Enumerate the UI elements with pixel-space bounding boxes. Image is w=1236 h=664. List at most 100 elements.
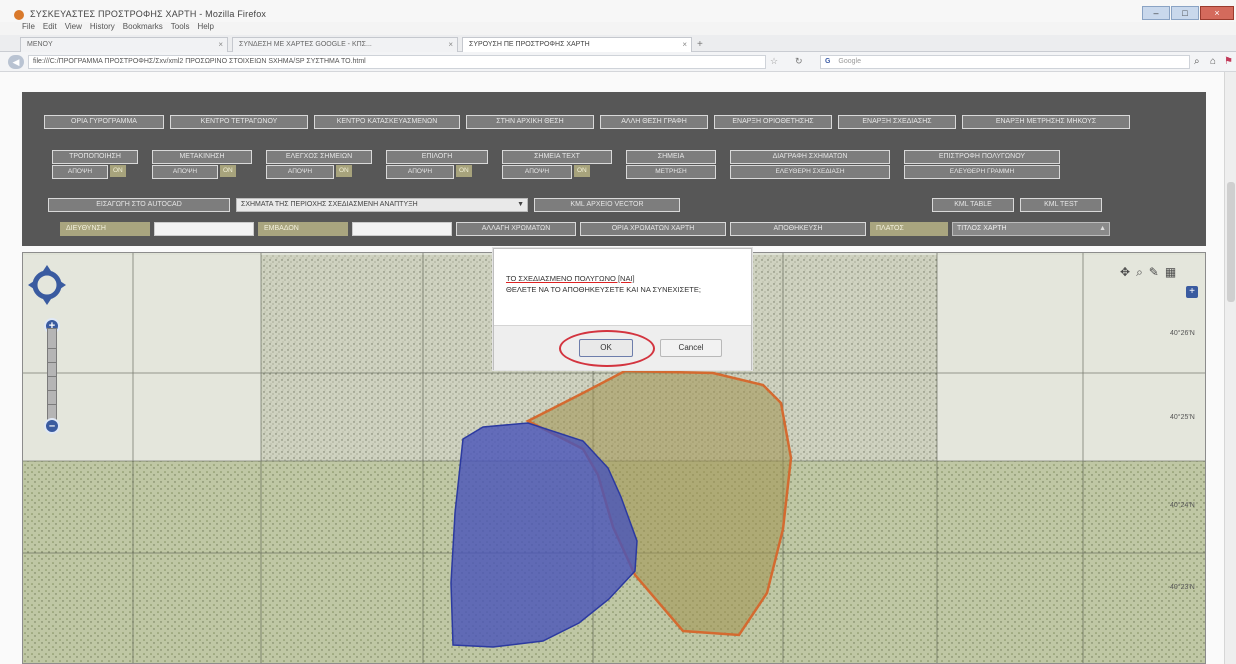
tool-return-polygon: ΕΠΙΣΤΡΟΦΗ ΠΟΛΥΓΩΝΟΥ ΕΛΕΥΘΕΡΗ ΓΡΑΜΜΗ [904, 150, 1060, 179]
search-field[interactable]: G Google [820, 55, 1190, 69]
menu-file[interactable]: File [22, 22, 35, 35]
layer-switcher-icon[interactable]: + [1186, 286, 1198, 298]
direction-badge: ΔΙΕΥΘΥΝΣΗ [60, 222, 150, 236]
home-icon[interactable]: ⌂ [1210, 56, 1216, 67]
tab-label: ΣΥΡΟΥΣΗ ΠΕ ΠΡΟΣΤΡΟΦΗΣ ΧΑΡΤΗ [469, 41, 590, 48]
btn-import-autocad[interactable]: ΕΙΣΑΓΩΓΗ ΣΤΟ AUTOCAD [48, 198, 230, 212]
btn-select[interactable]: ΕΠΙΛΟΓΗ [386, 150, 488, 164]
menu-help[interactable]: Help [197, 22, 213, 35]
toolbar-row-3: ΕΙΣΑΓΩΓΗ ΣΤΟ AUTOCAD ΣΧΗΜΑΤΑ ΤΗΣ ΠΕΡΙΟΧΗ… [48, 198, 1102, 212]
btn-other-position[interactable]: ΑΛΛΗ ΘΕΣΗ ΓΡΑΦΗ [600, 115, 708, 129]
close-tab-icon[interactable]: × [448, 40, 453, 49]
chevron-down-icon: ▲ [1099, 225, 1106, 232]
back-arrow-icon[interactable]: ◀ [8, 55, 24, 69]
coord-label: 40°25'N [1170, 414, 1195, 421]
maximize-button[interactable]: □ [1171, 6, 1199, 20]
navigation-bar: ◀ file:///C:/ΠΡΟΓΡΑΜΜΑ ΠΡΟΣΤΡΟΦΗΣ/Σxv/xm… [0, 52, 1236, 72]
zoom-slider[interactable]: + – [44, 318, 60, 436]
btn-move-view[interactable]: ΑΠΟΨΗ [152, 165, 218, 179]
cancel-button[interactable]: Cancel [660, 339, 722, 357]
btn-start-drawing[interactable]: ΕΝΑΡΞΗ ΣΧΕΔΙΑΣΗΣ [838, 115, 956, 129]
btn-boundaries[interactable]: ΟΡΙΑ ΓΥΡΟΓΡΑΜΜΑ [44, 115, 164, 129]
btn-modify-view[interactable]: ΑΠΟΨΗ [52, 165, 108, 179]
bookmark-star-icon[interactable]: ☆ [770, 56, 778, 67]
dialog-message: ΤΟ ΣΧΕΔΙΑΣΜΕΝΟ ΠΟΛΥΓΩΝΟ [ΝΑΙ] ΘΕΛΕΤΕ ΝΑ … [506, 273, 701, 295]
btn-free-drawing[interactable]: ΕΛΕΥΘΕΡΗ ΣΧΕΔΙΑΣΗ [730, 165, 890, 179]
extension-icon[interactable]: ⚑ [1224, 56, 1233, 67]
btn-kml-test[interactable]: KML TEST [1020, 198, 1102, 212]
direction-field[interactable] [154, 222, 254, 236]
btn-free-line[interactable]: ΕΛΕΥΘΕΡΗ ΓΡΑΜΜΗ [904, 165, 1060, 179]
btn-points[interactable]: ΣΗΜΕΙΑ [626, 150, 716, 164]
btn-text-points[interactable]: ΣΗΜΕΙΑ ΤΕΧΤ [502, 150, 612, 164]
check-status-badge: ON [336, 165, 352, 177]
tool-delete-shapes: ΔΙΑΓΡΑΦΗ ΣΧΗΜΑΤΩΝ ΕΛΕΥΘΕΡΗ ΣΧΕΔΙΑΣΗ [730, 150, 890, 179]
tab-active-map[interactable]: ΣΥΡΟΥΣΗ ΠΕ ΠΡΟΣΤΡΟΦΗΣ ΧΑΡΤΗ × [462, 37, 692, 52]
minimize-button[interactable]: – [1142, 6, 1170, 20]
btn-measure[interactable]: ΜΕΤΡΗΣΗ [626, 165, 716, 179]
search-engine-icon[interactable]: G [825, 58, 830, 65]
pan-tool-icon[interactable]: ✥ [1120, 265, 1130, 280]
menu-history[interactable]: History [90, 22, 115, 35]
btn-move[interactable]: ΜΕΤΑΚΙΝΗΣΗ [152, 150, 252, 164]
reload-icon[interactable]: ↻ [795, 56, 803, 67]
window-title: ΣΥΣΚΕΥΑΣΤΕΣ ΠΡΟΣΤΡΟΦΗΣ ΧΑΡΤΗ - Mozilla F… [30, 9, 267, 19]
dialog-line-2: ΘΕΛΕΤΕ ΝΑ ΤΟ ΑΠΟΘΗΚΕΥΣΕΤΕ ΚΑΙ ΝΑ ΣΥΝΕΧΙΣ… [506, 285, 701, 294]
pan-control-icon[interactable] [28, 265, 66, 305]
tool-modify: ΤΡΟΠΟΠΟΙΗΣΗ ΑΠΟΨΗ ON [52, 150, 138, 179]
close-button[interactable]: × [1200, 6, 1234, 20]
map-tile-right [937, 255, 1205, 461]
zoom-out-icon[interactable]: – [44, 418, 60, 434]
area-badge: ΕΜΒΑΔΟΝ [258, 222, 348, 236]
map-title-select[interactable]: ΤΙΤΛΟΣ ΧΑΡΤΗ ▲ [952, 222, 1110, 236]
btn-return-polygon[interactable]: ΕΠΙΣΤΡΟΦΗ ΠΟΛΥΓΩΝΟΥ [904, 150, 1060, 164]
confirm-dialog: ΤΟ ΣΧΕΔΙΑΣΜΕΝΟ ΠΟΛΥΓΩΝΟ [ΝΑΙ] ΘΕΛΕΤΕ ΝΑ … [493, 248, 752, 370]
menu-bar: File Edit View History Bookmarks Tools H… [0, 22, 1236, 35]
window-titlebar: ΣΥΣΚΕΥΑΣΤΕΣ ΠΡΟΣΤΡΟΦΗΣ ΧΑΡΤΗ - Mozilla F… [0, 0, 1236, 22]
btn-check-view[interactable]: ΑΠΟΨΗ [266, 165, 334, 179]
btn-built-center[interactable]: ΚΕΝΤΡΟ ΚΑΤΑΣΚΕΥΑΣΜΕΝΩΝ [314, 115, 460, 129]
menu-tools[interactable]: Tools [171, 22, 190, 35]
page-scrollbar[interactable] [1224, 72, 1236, 664]
search-placeholder: Google [838, 58, 861, 65]
chevron-down-icon: ▼ [517, 201, 524, 208]
btn-start-length[interactable]: ΕΝΑΡΞΗ ΜΕΤΡΗΣΗΣ ΜΗΚΟΥΣ [962, 115, 1130, 129]
area-field[interactable] [352, 222, 452, 236]
btn-kml-table[interactable]: KML TABLE [932, 198, 1014, 212]
map-tools: ✥ ⌕ ✎ ▦ [1120, 265, 1176, 280]
move-status-badge: ON [220, 165, 236, 177]
layers-tool-icon[interactable]: ▦ [1165, 265, 1176, 280]
btn-map-colors[interactable]: ΟΡΙΑ ΧΡΩΜΑΤΩΝ ΧΑΡΤΗ [580, 222, 726, 236]
zoom-tool-icon[interactable]: ⌕ [1136, 265, 1143, 280]
new-tab-icon[interactable]: + [697, 39, 703, 50]
scrollbar-thumb[interactable] [1227, 182, 1235, 302]
btn-text-view[interactable]: ΑΠΟΨΗ [502, 165, 572, 179]
tab-google-maps[interactable]: ΣΥΝΔΕΣΗ ΜΕ ΧΑΡΤΕΣ GOOGLE - ΚΠΣ... × [232, 37, 458, 52]
btn-kml-vector[interactable]: KML ΑΡΧΕΙΟ VECTOR [534, 198, 680, 212]
menu-edit[interactable]: Edit [43, 22, 57, 35]
btn-square-center[interactable]: ΚΕΝΤΡΟ ΤΕΤΡΑΓΩΝΟΥ [170, 115, 308, 129]
menu-bookmarks[interactable]: Bookmarks [123, 22, 163, 35]
url-field[interactable]: file:///C:/ΠΡΟΓΡΑΜΜΑ ΠΡΟΣΤΡΟΦΗΣ/Σxv/xml2… [28, 55, 766, 69]
btn-modify[interactable]: ΤΡΟΠΟΠΟΙΗΣΗ [52, 150, 138, 164]
area-shapes-select[interactable]: ΣΧΗΜΑΤΑ ΤΗΣ ΠΕΡΙΟΧΗΣ ΣΧΕΔΙΑΣΜΕΝΗ ΑΝΑΠΤΥΞ… [236, 198, 528, 212]
close-tab-icon[interactable]: × [218, 40, 223, 49]
draw-tool-icon[interactable]: ✎ [1149, 265, 1159, 280]
coord-label: 40°26'N [1170, 330, 1195, 337]
btn-check-points[interactable]: ΕΛΕΓΧΟΣ ΣΗΜΕΙΩΝ [266, 150, 372, 164]
btn-start-boundary[interactable]: ΕΝΑΡΞΗ ΟΡΙΟΘΕΤΗΣΗΣ [714, 115, 832, 129]
btn-change-colors[interactable]: ΑΛΛΑΓΗ ΧΡΩΜΑΤΩΝ [456, 222, 576, 236]
close-tab-icon[interactable]: × [682, 40, 687, 49]
select-status-badge: ON [456, 165, 472, 177]
width-badge: ΠΛΑΤΟΣ [870, 222, 948, 236]
btn-select-view[interactable]: ΑΠΟΨΗ [386, 165, 454, 179]
btn-save[interactable]: ΑΠΟΘΗΚΕΥΣΗ [730, 222, 866, 236]
tool-check-points: ΕΛΕΓΧΟΣ ΣΗΜΕΙΩΝ ΑΠΟΨΗ ON [266, 150, 372, 179]
ok-button[interactable]: OK [579, 339, 633, 357]
btn-delete-shapes[interactable]: ΔΙΑΓΡΑΦΗ ΣΧΗΜΑΤΩΝ [730, 150, 890, 164]
tab-menu[interactable]: MENOY × [20, 37, 228, 52]
search-icon[interactable]: ⌕ [1194, 56, 1200, 67]
tool-move: ΜΕΤΑΚΙΝΗΣΗ ΑΠΟΨΗ ON [152, 150, 252, 179]
btn-initial-position[interactable]: ΣΤΗΝ ΑΡΧΙΚΗ ΘΕΣΗ [466, 115, 594, 129]
menu-view[interactable]: View [65, 22, 82, 35]
